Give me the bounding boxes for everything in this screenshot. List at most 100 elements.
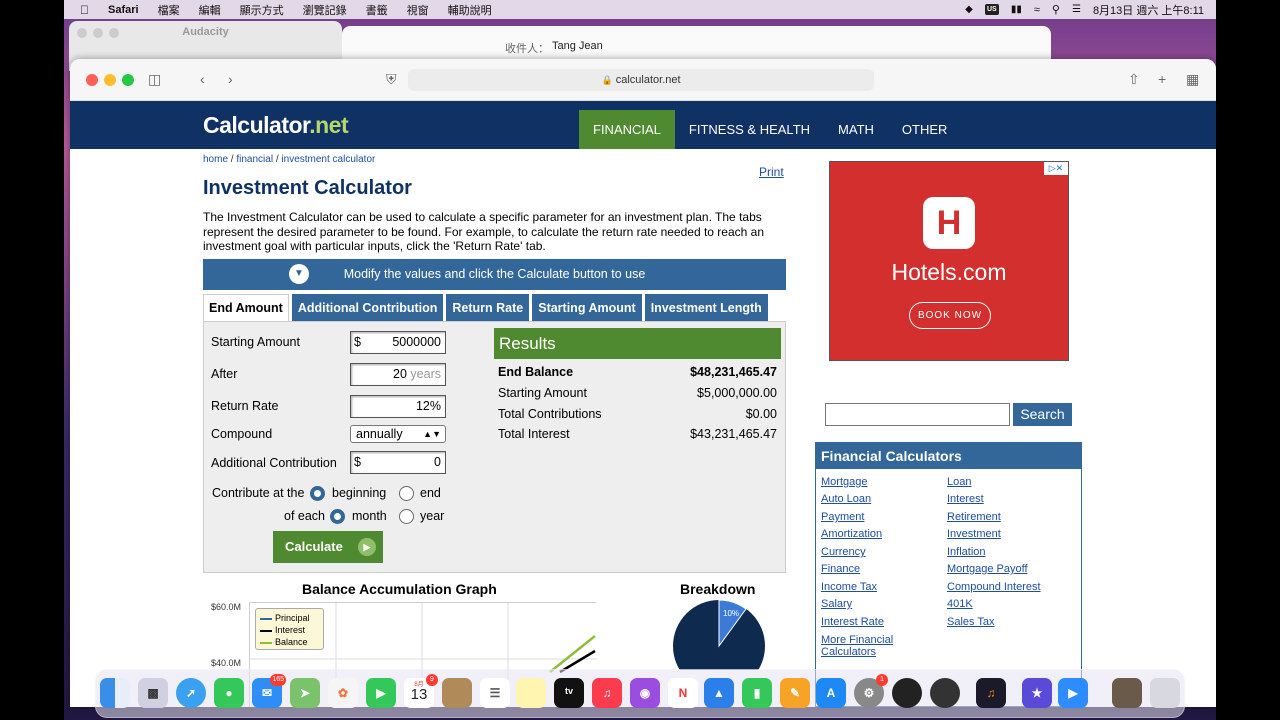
nav-other[interactable]: OTHER <box>888 110 962 149</box>
breadcrumb-home[interactable]: home <box>203 154 228 165</box>
link-inflation[interactable]: Inflation <box>947 546 986 558</box>
link-mortgage[interactable]: Mortgage <box>821 476 867 488</box>
radio-end[interactable] <box>399 486 414 501</box>
menu-view[interactable]: 顯示方式 <box>240 2 284 18</box>
url-text[interactable]: calculator.net <box>616 74 681 86</box>
nav-fitness-health[interactable]: FITNESS & HEALTH <box>675 110 824 149</box>
link-loan[interactable]: Loan <box>947 476 971 488</box>
site-search-button[interactable]: Search <box>1013 403 1072 426</box>
imovie-icon[interactable]: ★ <box>1022 678 1052 708</box>
starting-amount-input[interactable]: $5000000 <box>350 331 446 354</box>
link-interest[interactable]: Interest <box>947 493 984 505</box>
link-mortgage-payoff[interactable]: Mortgage Payoff <box>947 563 1028 575</box>
link-more-financial[interactable]: More Financial Calculators <box>821 634 921 658</box>
wifi-icon[interactable]: ≈ <box>1034 4 1040 16</box>
music-icon[interactable]: ♫ <box>592 678 622 708</box>
return-rate-input[interactable]: 12% <box>350 395 446 418</box>
mail-icon[interactable]: ✉ 165 <box>252 674 286 708</box>
audio-mixer-icon[interactable] <box>892 678 922 708</box>
menu-window[interactable]: 視窗 <box>407 2 429 18</box>
menu-history[interactable]: 瀏覽記錄 <box>303 2 347 18</box>
app-store-icon[interactable]: A <box>816 678 846 708</box>
link-compound-interest[interactable]: Compound Interest <box>947 581 1041 593</box>
years-input[interactable]: 20 years <box>350 363 446 386</box>
audacity-icon[interactable]: ♫ <box>976 678 1006 708</box>
print-link[interactable]: Print <box>759 165 784 179</box>
apple-icon[interactable]:  <box>80 3 94 17</box>
radio-beginning[interactable] <box>310 486 325 501</box>
breadcrumb-financial[interactable]: financial <box>236 154 273 165</box>
radio-year[interactable] <box>399 509 414 524</box>
pages-icon[interactable]: ✎ <box>780 678 810 708</box>
notes-folder-icon[interactable] <box>442 678 472 708</box>
minimize-window-button[interactable] <box>104 74 116 86</box>
podcasts-icon[interactable]: ◉ <box>630 678 660 708</box>
site-search-input[interactable] <box>825 403 1010 426</box>
link-investment[interactable]: Investment <box>947 528 1001 540</box>
link-sales-tax[interactable]: Sales Tax <box>947 616 995 628</box>
battery-icon[interactable]: ▮▮ <box>1011 4 1022 15</box>
mail-to-value[interactable]: Tang Jean <box>552 40 603 52</box>
input-source-icon[interactable]: US <box>984 4 999 15</box>
apple-tv-icon[interactable]: tv <box>554 678 584 708</box>
compound-select[interactable]: annually ▲▼ <box>350 425 446 443</box>
photos-icon[interactable]: ✿ <box>328 678 358 708</box>
menu-bookmarks[interactable]: 書籤 <box>366 2 388 18</box>
camera-app-icon[interactable] <box>930 678 960 708</box>
tab-additional-contribution[interactable]: Additional Contribution <box>291 294 444 321</box>
control-center-icon[interactable]: ☰ <box>1072 4 1081 15</box>
address-bar[interactable]: 🔒 calculator.net <box>408 69 874 91</box>
zoom-window-button[interactable] <box>122 74 134 86</box>
notes-icon[interactable] <box>516 678 546 708</box>
trash-icon[interactable] <box>1150 678 1180 708</box>
safari-icon[interactable]: ➚ <box>176 678 206 708</box>
link-payment[interactable]: Payment <box>821 511 864 523</box>
privacy-shield-icon[interactable]: ⛨ <box>386 71 397 88</box>
link-amortization[interactable]: Amortization <box>821 528 882 540</box>
menu-file[interactable]: 檔案 <box>158 2 180 18</box>
site-logo[interactable]: Calculator.net <box>203 112 349 139</box>
finder-icon[interactable] <box>100 678 130 708</box>
breadcrumb-investment[interactable]: investment calculator <box>281 154 375 165</box>
ad-book-now-button[interactable]: BOOK NOW <box>909 302 991 329</box>
link-currency[interactable]: Currency <box>821 546 866 558</box>
sidebar-icon[interactable]: ◫ <box>148 71 161 88</box>
share-icon[interactable]: ⇧ <box>1128 71 1140 88</box>
nav-math[interactable]: MATH <box>824 110 888 149</box>
forward-icon[interactable]: › <box>228 71 233 87</box>
spotlight-icon[interactable]: ⚲ <box>1052 3 1060 16</box>
radio-month[interactable] <box>330 509 345 524</box>
tab-overview-icon[interactable]: ▦ <box>1186 71 1199 88</box>
reminders-icon[interactable]: ☰ <box>480 678 510 708</box>
messages-icon[interactable]: ● <box>214 678 244 708</box>
back-icon[interactable]: ‹ <box>200 71 205 87</box>
menu-help[interactable]: 輔助說明 <box>448 2 492 18</box>
link-401k[interactable]: 401K <box>947 598 973 610</box>
calculate-button[interactable]: Calculate ▶ <box>273 531 383 563</box>
link-interest-rate[interactable]: Interest Rate <box>821 616 884 628</box>
system-preferences-icon[interactable]: ⚙ 1 <box>854 674 888 708</box>
tab-end-amount[interactable]: End Amount <box>203 294 289 321</box>
tab-investment-length[interactable]: Investment Length <box>644 294 768 321</box>
menu-app-name[interactable]: Safari <box>108 4 139 16</box>
news-icon[interactable]: N <box>668 678 698 708</box>
maps-icon[interactable]: ➤ <box>290 678 320 708</box>
link-income-tax[interactable]: Income Tax <box>821 581 877 593</box>
vpn-icon[interactable]: ◆ <box>965 4 973 15</box>
link-retirement[interactable]: Retirement <box>947 511 1001 523</box>
new-tab-icon[interactable]: + <box>1158 71 1166 87</box>
nav-financial[interactable]: FINANCIAL <box>579 110 675 149</box>
end-label[interactable]: end <box>420 486 441 500</box>
zoom-icon[interactable]: ▶ <box>1058 678 1088 708</box>
menu-edit[interactable]: 編輯 <box>199 2 221 18</box>
beginning-label[interactable]: beginning <box>332 486 386 500</box>
tab-starting-amount[interactable]: Starting Amount <box>532 294 642 321</box>
hotels-ad[interactable]: ▷✕ H Hotels.com BOOK NOW <box>829 161 1069 361</box>
facetime-icon[interactable]: ▶ <box>366 678 396 708</box>
numbers-icon[interactable]: ▮ <box>742 678 772 708</box>
tab-return-rate[interactable]: Return Rate <box>446 294 530 321</box>
month-label[interactable]: month <box>352 509 387 523</box>
launchpad-icon[interactable]: ▩ <box>138 678 168 708</box>
link-salary[interactable]: Salary <box>821 598 852 610</box>
chevron-down-icon[interactable]: ▼ <box>289 264 309 284</box>
